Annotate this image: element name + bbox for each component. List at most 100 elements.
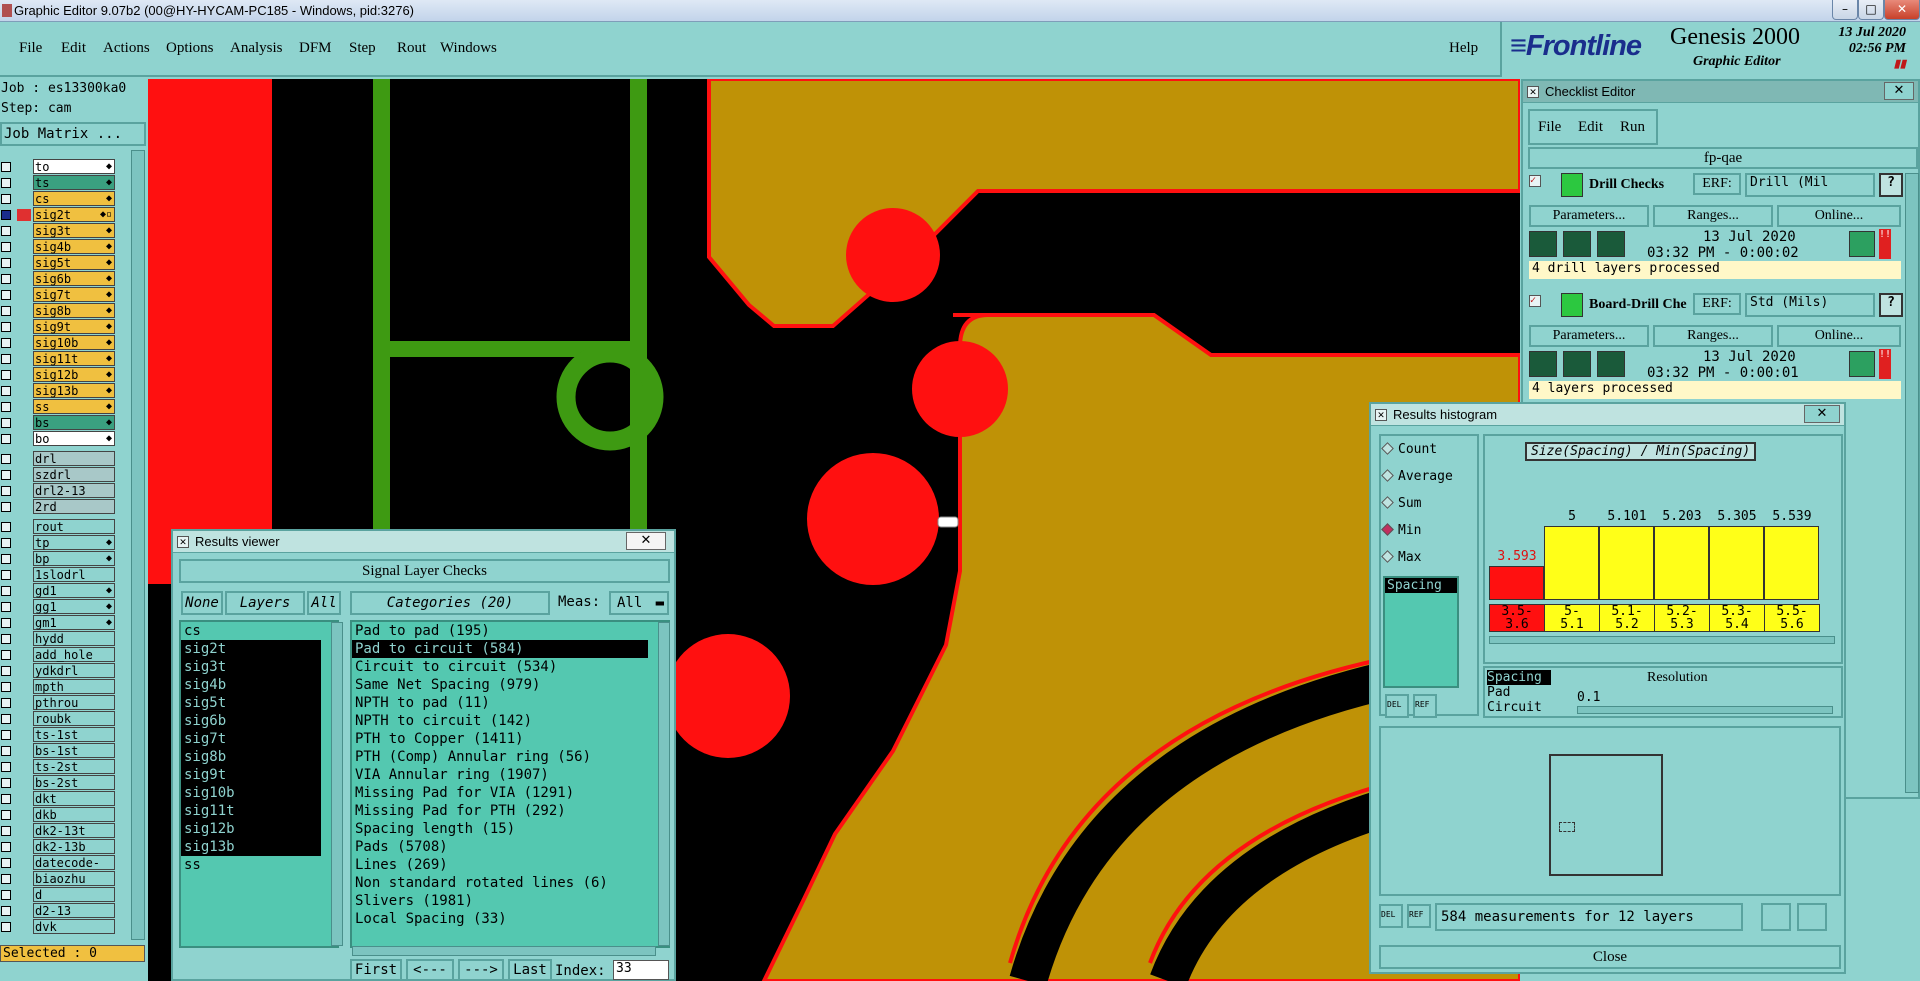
layer-name[interactable]: sig11t ◆ (33, 351, 115, 366)
layer-row[interactable]: sig5t ◆ (0, 255, 118, 270)
layer-checkbox[interactable] (1, 826, 11, 836)
window-menu-icon[interactable]: ✕ (177, 536, 189, 548)
layer-checkbox[interactable] (1, 522, 11, 532)
ref-icon-button[interactable]: REF (1413, 694, 1437, 718)
layer-row[interactable]: d2-13 (0, 903, 118, 918)
run-icon[interactable] (1529, 351, 1557, 377)
layer-row[interactable]: 2rd (0, 499, 118, 514)
type-item[interactable]: Spacing (1487, 670, 1551, 685)
histogram-close-x-button[interactable]: ✕ (1804, 405, 1840, 423)
menu-actions[interactable]: Actions (103, 40, 150, 57)
layer-list-item[interactable]: sig13b (181, 838, 321, 856)
layer-list-item[interactable]: sig5t (181, 694, 321, 712)
layer-name[interactable]: datecode-bo (33, 855, 115, 884)
layer-name[interactable]: bp ◆ (33, 551, 115, 566)
layer-checkbox[interactable] (1, 730, 11, 740)
layer-name[interactable]: gd1 ◆ (33, 583, 115, 598)
layer-name[interactable]: tp ◆ (33, 535, 115, 550)
layer-row[interactable]: bs ◆ (0, 415, 118, 430)
layer-row[interactable]: sig4b ◆ (0, 239, 118, 254)
type-item[interactable]: Pad (1487, 685, 1553, 700)
histogram-hscrollbar[interactable] (1489, 636, 1835, 644)
layer-list-item[interactable]: sig10b (181, 784, 321, 802)
layer-name[interactable]: bs-1st (33, 743, 115, 758)
layer-row[interactable]: sig11t ◆ (0, 351, 118, 366)
category-list-item[interactable]: Pad to circuit (584) (352, 640, 648, 658)
layer-row[interactable]: dk2-13b (0, 839, 118, 854)
layer-row[interactable]: drl (0, 451, 118, 466)
layer-name[interactable]: pthrou (33, 695, 115, 710)
erf-value[interactable]: Std (Mils) (1745, 293, 1875, 317)
layer-checkbox[interactable] (1, 538, 11, 548)
first-button[interactable]: First (350, 959, 402, 981)
mode-radio-sum[interactable]: Sum (1381, 496, 1421, 511)
layer-row[interactable]: szdrl (0, 467, 118, 482)
layer-name[interactable]: dkb (33, 807, 115, 822)
layer-list-item[interactable]: sig9t (181, 766, 321, 784)
layer-row[interactable]: sig3t ◆ (0, 223, 118, 238)
layer-name[interactable]: dvk (33, 919, 115, 934)
layer-checkbox[interactable] (1, 354, 11, 364)
layer-name[interactable]: sig2t ◆▫ (33, 207, 115, 222)
zoom-icon[interactable] (1761, 903, 1791, 931)
layer-checkbox[interactable] (1, 258, 11, 268)
job-matrix-button[interactable]: Job Matrix ... (0, 122, 146, 146)
layer-row[interactable]: to ◆ (0, 159, 118, 174)
layer-list-item[interactable]: sig8b (181, 748, 321, 766)
category-list-item[interactable]: Lines (269) (352, 856, 648, 874)
histogram-bar[interactable] (1599, 525, 1654, 600)
layer-checkbox[interactable] (1, 242, 11, 252)
window-menu-icon[interactable]: ✕ (1527, 86, 1539, 98)
layer-name[interactable]: bs-2st (33, 775, 115, 790)
layer-checkbox[interactable] (1, 890, 11, 900)
layer-name[interactable]: mpth (33, 679, 115, 694)
layer-name[interactable]: cs ◆ (33, 191, 115, 206)
layer-checkbox[interactable] (1, 922, 11, 932)
layer-checkbox[interactable] (1, 194, 11, 204)
layer-checkbox[interactable] (1, 290, 11, 300)
menu-dfm[interactable]: DFM (299, 40, 332, 57)
category-list-item[interactable]: Slivers (1981) (352, 892, 648, 910)
layer-row[interactable]: mpth (0, 679, 118, 694)
mode-radio-min[interactable]: Min (1381, 523, 1421, 538)
layer-checkbox[interactable] (1, 434, 11, 444)
run-icon[interactable] (1529, 231, 1557, 257)
layer-checkbox[interactable] (1, 794, 11, 804)
layer-name[interactable]: hydd (33, 631, 115, 646)
layer-name[interactable]: dk2-13b (33, 839, 115, 854)
layer-name[interactable]: ydkdrl (33, 663, 115, 678)
layer-name[interactable]: bs ◆ (33, 415, 115, 430)
category-list-item[interactable]: Spacing length (15) (352, 820, 648, 838)
layer-checkbox[interactable] (1, 338, 11, 348)
layer-row[interactable]: tp ◆ (0, 535, 118, 550)
check-enable-checkbox[interactable]: ✓ (1529, 175, 1541, 187)
categories-scrollbar[interactable] (658, 622, 670, 946)
layer-row[interactable]: sig7t ◆ (0, 287, 118, 302)
category-list-item[interactable]: Circuit to circuit (534) (352, 658, 648, 676)
ranges-button[interactable]: Ranges... (1653, 325, 1773, 347)
layer-name[interactable]: dk2-13t (33, 823, 115, 838)
measure-listbox[interactable]: Spacing (1383, 576, 1459, 688)
online-button[interactable]: Online... (1777, 325, 1901, 347)
layer-row[interactable]: drl2-13 (0, 483, 118, 498)
window-menu-icon[interactable]: ✕ (1375, 409, 1387, 421)
run-icon[interactable] (1597, 231, 1625, 257)
ranges-button[interactable]: Ranges... (1653, 205, 1773, 227)
layer-list-item[interactable]: sig3t (181, 658, 321, 676)
categories-button[interactable]: Categories (20) (350, 591, 550, 615)
del-bottom-button[interactable]: DEL (1379, 904, 1403, 928)
layer-checkbox[interactable] (1, 746, 11, 756)
layer-row[interactable]: add_hole (0, 647, 118, 662)
layer-checkbox[interactable] (1, 650, 11, 660)
layer-row[interactable]: sig8b ◆ (0, 303, 118, 318)
layer-row[interactable]: roubk (0, 711, 118, 726)
layer-name[interactable]: sig13b ◆ (33, 383, 115, 398)
layer-name[interactable]: sig8b ◆ (33, 303, 115, 318)
layer-checkbox[interactable] (1, 682, 11, 692)
online-button[interactable]: Online... (1777, 205, 1901, 227)
close-window-button[interactable]: ✕ (1884, 0, 1920, 20)
category-list-item[interactable]: Missing Pad for VIA (1291) (352, 784, 648, 802)
layer-checkbox[interactable] (1, 486, 11, 496)
meas-select[interactable]: All ▬ (609, 591, 669, 615)
layer-list-scrollbar[interactable] (131, 150, 145, 940)
